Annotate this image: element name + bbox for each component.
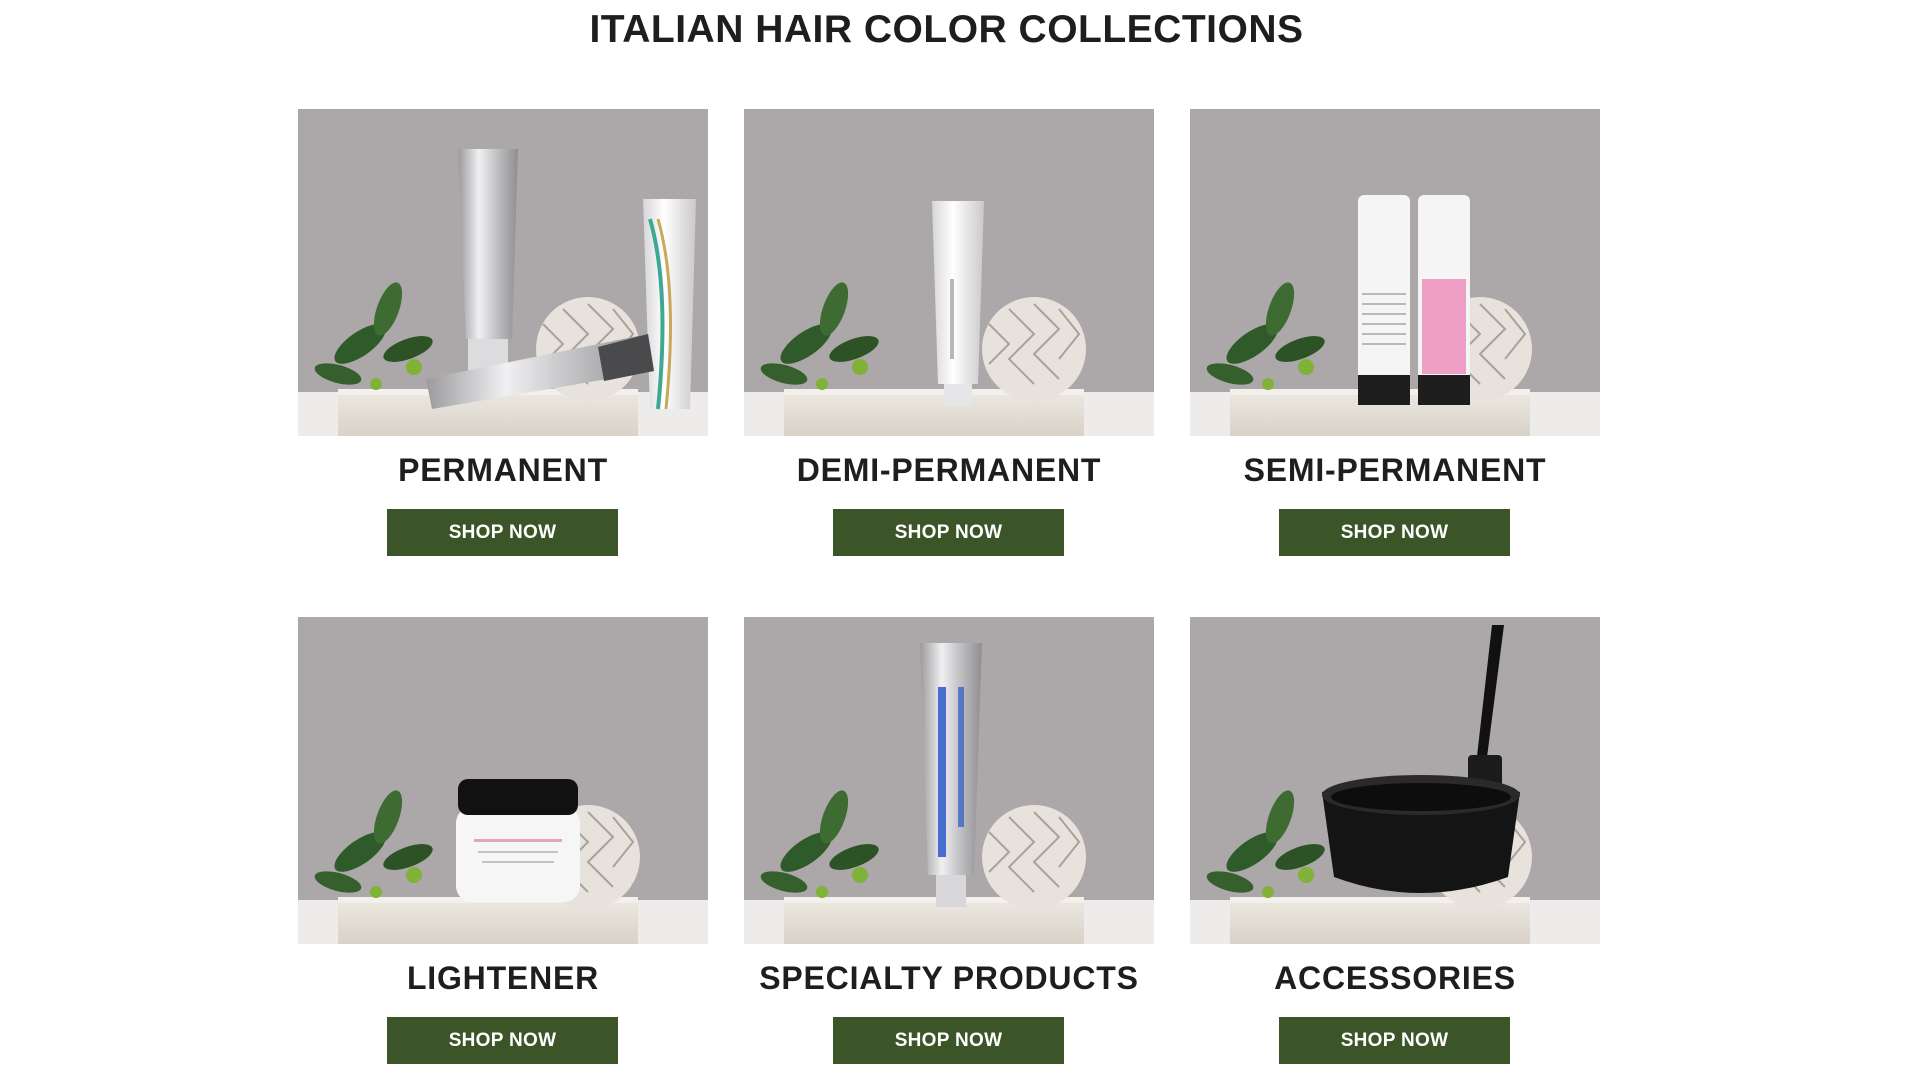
collection-label-specialty-products: SPECIALTY PRODUCTS [759, 960, 1139, 996]
lightener-jar-photo[interactable] [298, 617, 708, 944]
page-title: ITALIAN HAIR COLOR COLLECTIONS [589, 8, 1304, 51]
collection-label-semi-permanent: SEMI-PERMANENT [1243, 452, 1547, 488]
collection-card-permanent: PERMANENT SHOP NOW [298, 109, 708, 579]
collections-page: ITALIAN HAIR COLOR COLLECTIONS PERMANENT… [0, 0, 1920, 1080]
collection-label-lightener: LIGHTENER [406, 960, 600, 996]
collection-card-semi-permanent: SEMI-PERMANENT SHOP NOW [1190, 109, 1600, 579]
collection-card-specialty-products: SPECIALTY PRODUCTS SHOP NOW [744, 617, 1154, 1080]
collection-card-demi-permanent: DEMI-PERMANENT SHOP NOW [744, 109, 1154, 579]
permanent-color-tubes-photo[interactable] [298, 109, 708, 436]
shop-now-button-permanent[interactable]: SHOP NOW [387, 509, 618, 556]
collection-card-accessories: ACCESSORIES SHOP NOW [1190, 617, 1600, 1080]
demi-permanent-tube-photo[interactable] [744, 109, 1154, 436]
shop-now-button-lightener[interactable]: SHOP NOW [387, 1017, 618, 1064]
collection-label-permanent: PERMANENT [398, 452, 608, 488]
semi-permanent-bottles-photo[interactable] [1190, 109, 1600, 436]
collection-label-demi-permanent: DEMI-PERMANENT [796, 452, 1102, 488]
color-bowl-and-brush-photo[interactable] [1190, 617, 1600, 944]
collection-label-accessories: ACCESSORIES [1274, 960, 1516, 996]
shop-now-button-semi-permanent[interactable]: SHOP NOW [1279, 509, 1510, 556]
collection-card-lightener: LIGHTENER SHOP NOW [298, 617, 708, 1080]
shop-now-button-accessories[interactable]: SHOP NOW [1279, 1017, 1510, 1064]
shop-now-button-specialty-products[interactable]: SHOP NOW [833, 1017, 1064, 1064]
shop-now-button-demi-permanent[interactable]: SHOP NOW [833, 509, 1064, 556]
barrier-cream-tube-photo[interactable] [744, 617, 1154, 944]
